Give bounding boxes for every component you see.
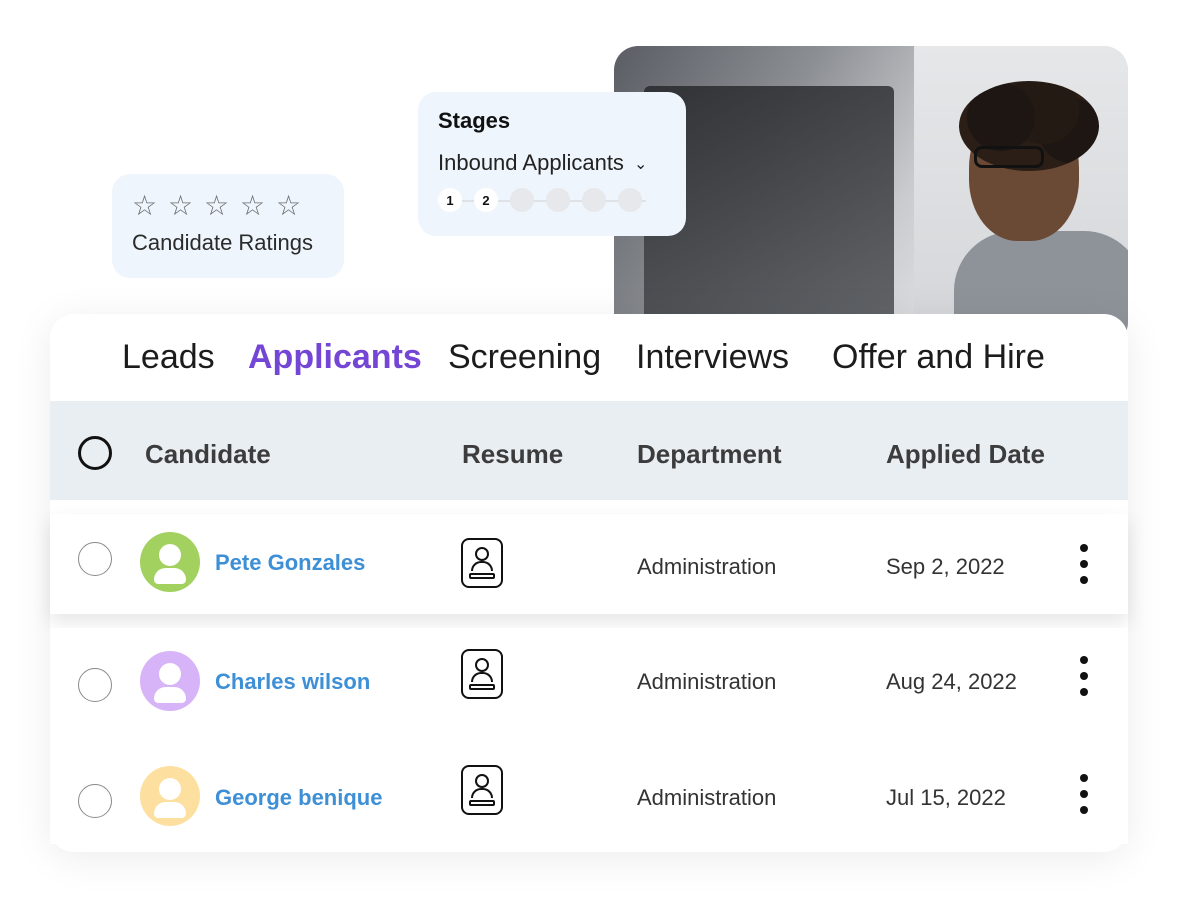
resume-icon[interactable] [461,649,503,699]
stage-step-1[interactable]: 1 [438,188,462,212]
stage-step-2[interactable]: 2 [474,188,498,212]
select-all-checkbox[interactable] [78,436,112,470]
ratings-label: Candidate Ratings [132,230,314,255]
resume-icon[interactable] [461,765,503,815]
stage-step-6[interactable] [618,188,642,212]
applied-date-cell: Aug 24, 2022 [886,669,1017,694]
avatar [140,651,200,711]
pipeline-tabs: Leads Applicants Screening Interviews Of… [50,314,1128,401]
row-select-radio[interactable] [78,542,112,576]
star-icon[interactable]: ☆ [276,192,304,220]
applied-date-cell: Sep 2, 2022 [886,554,1005,579]
candidate-name-link[interactable]: Charles wilson [215,669,370,695]
avatar-head [159,778,181,800]
resume-icon-line [469,573,495,579]
applicants-panel: Leads Applicants Screening Interviews Of… [50,314,1128,852]
applied-date-cell: Jul 15, 2022 [886,785,1006,810]
tab-interviews[interactable]: Interviews [636,338,789,377]
department-cell: Administration [637,669,777,694]
avatar [140,766,200,826]
tab-applicants[interactable]: Applicants [248,338,422,377]
star-icon[interactable]: ☆ [240,192,268,220]
stage-step-5[interactable] [582,188,606,212]
avatar [140,532,200,592]
column-department[interactable]: Department [637,439,781,470]
chevron-down-icon: ⌄ [633,153,648,173]
department-cell: Administration [637,554,777,579]
kebab-menu-icon[interactable] [1076,544,1092,584]
star-icon[interactable]: ☆ [168,192,196,220]
stages-title: Stages [438,108,511,133]
tab-offer-and-hire[interactable]: Offer and Hire [832,338,1045,377]
resume-icon-head [475,658,489,672]
hero-photo [614,46,1128,346]
resume-icon-head [475,547,489,561]
table-row[interactable]: George benique Administration Jul 15, 20… [50,744,1128,844]
photo-person-glasses [974,146,1044,168]
table-row[interactable]: Pete Gonzales Administration Sep 2, 2022 [50,514,1128,614]
resume-icon-head [475,774,489,788]
avatar-head [159,544,181,566]
resume-icon-body [471,672,493,682]
star-rating[interactable]: ☆ ☆ ☆ ☆ ☆ [132,192,324,220]
stage-dropdown[interactable]: Inbound Applicants ⌄ [438,150,666,176]
stage-stepper: 1 2 [438,188,666,212]
column-applied-date[interactable]: Applied Date [886,439,1045,470]
kebab-menu-icon[interactable] [1076,656,1092,696]
avatar-body [154,802,186,818]
stage-dropdown-value: Inbound Applicants [438,150,624,175]
table-header: Candidate Resume Department Applied Date [50,401,1128,500]
column-resume[interactable]: Resume [462,439,563,470]
avatar-head [159,663,181,685]
avatar-body [154,568,186,584]
candidate-name-link[interactable]: George benique [215,785,382,811]
resume-icon-body [471,788,493,798]
row-select-radio[interactable] [78,668,112,702]
resume-icon-line [469,800,495,806]
resume-icon-line [469,684,495,690]
row-select-radio[interactable] [78,784,112,818]
stages-card: Stages Inbound Applicants ⌄ 1 2 [418,92,686,236]
kebab-menu-icon[interactable] [1076,774,1092,814]
table-row[interactable]: Charles wilson Administration Aug 24, 20… [50,628,1128,728]
stage-step-4[interactable] [546,188,570,212]
candidate-ratings-card: ☆ ☆ ☆ ☆ ☆ Candidate Ratings [112,174,344,278]
tab-leads[interactable]: Leads [122,338,215,377]
star-icon[interactable]: ☆ [132,192,160,220]
avatar-body [154,687,186,703]
candidate-name-link[interactable]: Pete Gonzales [215,550,365,576]
column-candidate[interactable]: Candidate [145,439,271,470]
stage-step-3[interactable] [510,188,534,212]
department-cell: Administration [637,785,777,810]
star-icon[interactable]: ☆ [204,192,232,220]
resume-icon-body [471,561,493,571]
tab-screening[interactable]: Screening [448,338,601,377]
resume-icon[interactable] [461,538,503,588]
